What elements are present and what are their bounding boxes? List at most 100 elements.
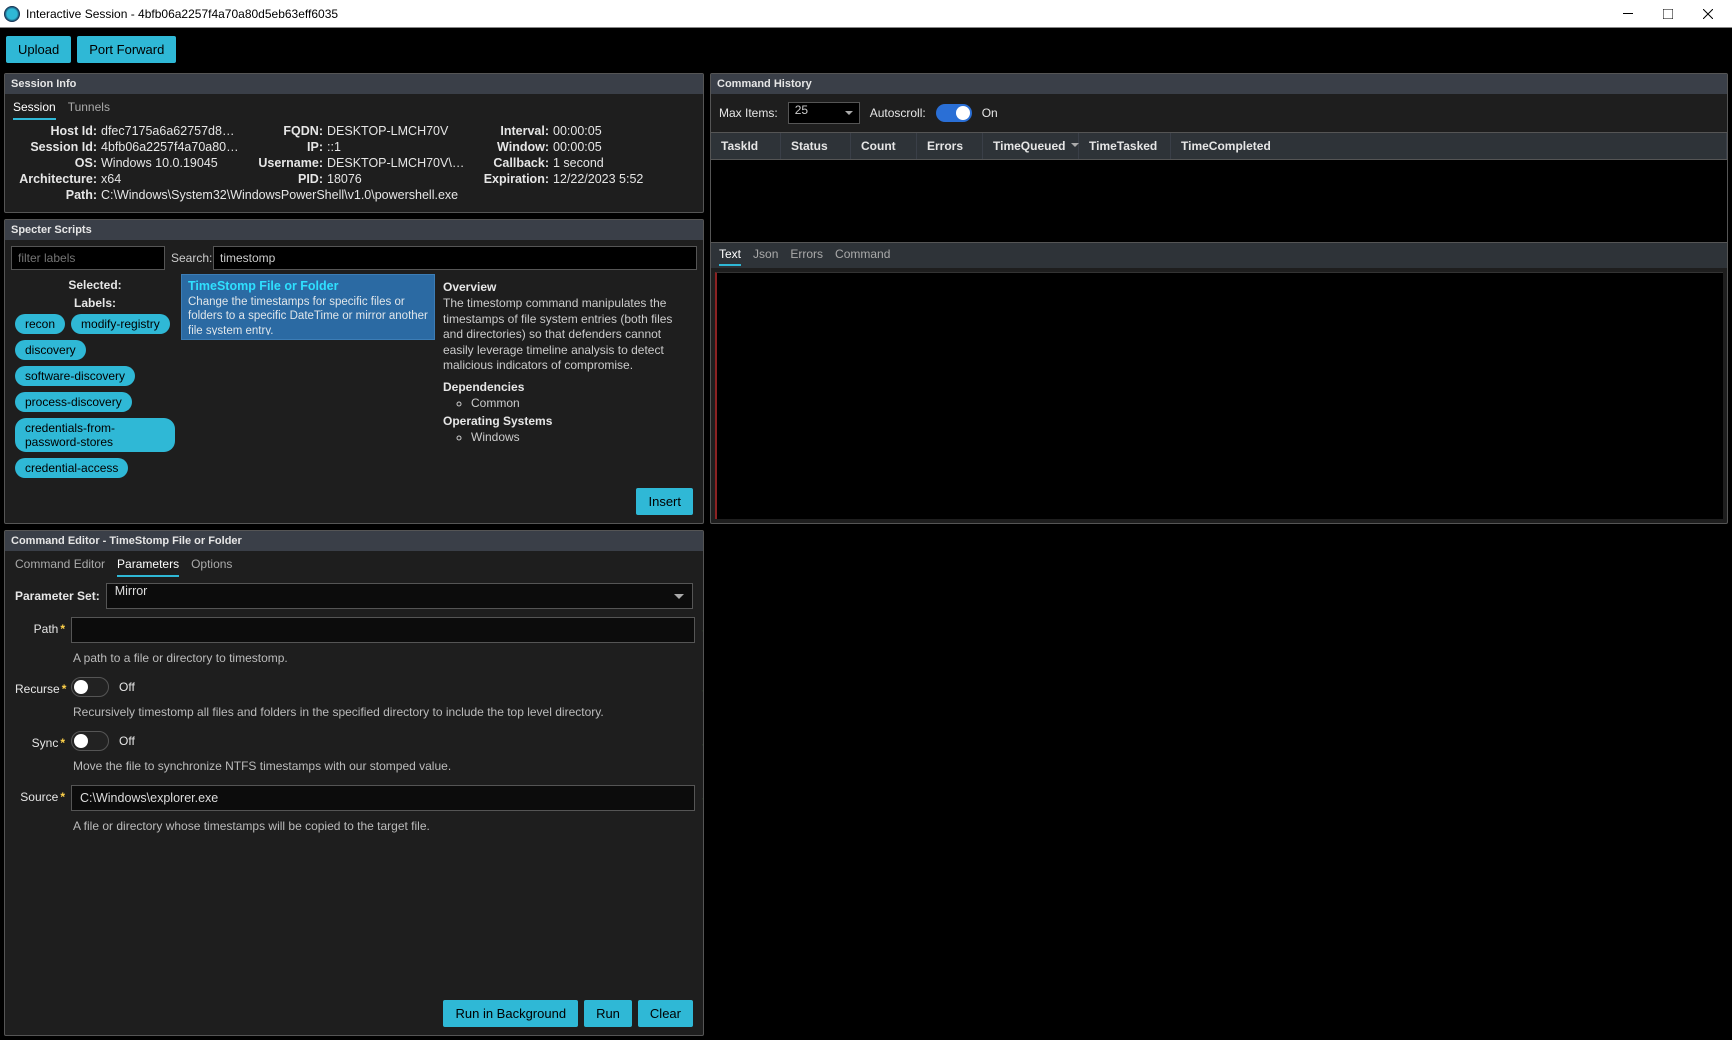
search-label: Search: — [171, 251, 207, 265]
pid-value: 18076 — [327, 172, 467, 186]
path-input[interactable] — [71, 617, 695, 643]
session-id-value: 4bfb06a2257f4a70a80d5eb63eff6035 — [101, 140, 241, 154]
ip-label: IP: — [245, 140, 323, 154]
autoscroll-label: Autoscroll: — [870, 106, 926, 120]
param-set-label: Parameter Set: — [15, 589, 100, 603]
app-icon — [4, 6, 20, 22]
col-timequeued[interactable]: TimeQueued — [983, 133, 1079, 159]
label-chip-credentials-from-password-stores[interactable]: credentials-from-password-stores — [15, 418, 175, 452]
close-button[interactable] — [1688, 0, 1728, 28]
output-tab-errors[interactable]: Errors — [790, 247, 823, 266]
insert-button[interactable]: Insert — [636, 488, 693, 515]
os-label: OS: — [15, 156, 97, 170]
command-history-header: Command History — [711, 74, 1727, 94]
label-chip-recon[interactable]: recon — [15, 314, 65, 334]
command-editor-header: Command Editor - TimeStomp File or Folde… — [5, 531, 703, 551]
col-taskid[interactable]: TaskId — [711, 133, 781, 159]
history-table-header: TaskId Status Count Errors TimeQueued Ti… — [711, 132, 1727, 160]
ip-value: ::1 — [327, 140, 467, 154]
window-value: 00:00:05 — [553, 140, 693, 154]
label-chip-modify-registry[interactable]: modify-registry — [71, 314, 170, 334]
session-info-header: Session Info — [5, 74, 703, 94]
tab-command-editor[interactable]: Command Editor — [15, 557, 105, 577]
label-chip-software-discovery[interactable]: software-discovery — [15, 366, 135, 386]
username-label: Username: — [245, 156, 323, 170]
sync-state: Off — [119, 734, 135, 748]
autoscroll-state: On — [982, 106, 998, 120]
session-info-panel: Session Info Session Tunnels Host Id: df… — [4, 73, 704, 213]
output-area — [715, 272, 1723, 519]
output-tab-json[interactable]: Json — [753, 247, 778, 266]
fqdn-label: FQDN: — [245, 124, 323, 138]
recurse-state: Off — [119, 680, 135, 694]
recurse-help: Recursively timestomp all files and fold… — [71, 703, 695, 727]
username-value: DESKTOP-LMCH70V\helpdesk — [327, 156, 467, 170]
max-items-select[interactable]: 25 — [788, 102, 860, 124]
run-background-button[interactable]: Run in Background — [443, 1000, 578, 1027]
port-forward-button[interactable]: Port Forward — [77, 36, 176, 63]
deps-heading: Dependencies — [443, 380, 695, 394]
interval-label: Interval: — [471, 124, 549, 138]
callback-value: 1 second — [553, 156, 693, 170]
sync-label: Sync* — [15, 731, 65, 750]
history-table-body — [711, 160, 1727, 242]
specter-scripts-panel: Specter Scripts Search: Selected: Labels… — [4, 219, 704, 524]
maximize-button[interactable] — [1648, 0, 1688, 28]
run-button[interactable]: Run — [584, 1000, 632, 1027]
specter-scripts-header: Specter Scripts — [5, 220, 703, 240]
label-chip-credential-access[interactable]: credential-access — [15, 458, 128, 478]
arch-label: Architecture: — [15, 172, 97, 186]
col-count[interactable]: Count — [851, 133, 917, 159]
sync-help: Move the file to synchronize NTFS timest… — [71, 757, 695, 781]
check-icon: ✓ — [701, 731, 703, 751]
callback-label: Callback: — [471, 156, 549, 170]
labels-label: Labels: — [15, 296, 175, 310]
col-status[interactable]: Status — [781, 133, 851, 159]
pid-label: PID: — [245, 172, 323, 186]
session-id-label: Session Id: — [15, 140, 97, 154]
titlebar: Interactive Session - 4bfb06a2257f4a70a8… — [0, 0, 1732, 28]
recurse-label: Recurse* — [15, 677, 65, 696]
param-set-select[interactable]: Mirror — [106, 583, 693, 609]
upload-button[interactable]: Upload — [6, 36, 71, 63]
os-item: Windows — [471, 430, 695, 444]
max-items-value: 25 — [795, 103, 808, 117]
path-help: A path to a file or directory to timesto… — [71, 649, 695, 673]
overview-heading: Overview — [443, 280, 695, 294]
minimize-button[interactable] — [1608, 0, 1648, 28]
source-input[interactable] — [71, 785, 695, 811]
recurse-toggle[interactable] — [71, 677, 109, 697]
path-label: Path* — [15, 617, 65, 636]
script-item-desc: Change the timestamps for specific files… — [188, 295, 428, 335]
autoscroll-toggle[interactable] — [936, 104, 972, 122]
clear-button[interactable]: Clear — [638, 1000, 693, 1027]
param-set-value: Mirror — [115, 584, 148, 598]
window-label: Window: — [471, 140, 549, 154]
filter-labels-input[interactable] — [11, 246, 165, 270]
fqdn-value: DESKTOP-LMCH70V — [327, 124, 467, 138]
selected-label: Selected: — [15, 278, 175, 292]
command-editor-panel: Command Editor - TimeStomp File or Folde… — [4, 530, 704, 1036]
label-chip-process-discovery[interactable]: process-discovery — [15, 392, 132, 412]
script-item-timestomp[interactable]: TimeStomp File or Folder Change the time… — [181, 274, 435, 340]
col-errors[interactable]: Errors — [917, 133, 983, 159]
check-icon: ✓ — [701, 677, 703, 697]
window-title: Interactive Session - 4bfb06a2257f4a70a8… — [26, 7, 338, 21]
host-id-value: dfec7175a6a62757d83b93794df767d5acfadb82 — [101, 124, 241, 138]
expiry-label: Expiration: — [471, 172, 549, 186]
tab-parameters[interactable]: Parameters — [117, 557, 179, 577]
command-history-panel: Command History Max Items: 25 Autoscroll… — [710, 73, 1728, 524]
expiry-value: 12/22/2023 5:52 — [553, 172, 693, 186]
output-tab-command[interactable]: Command — [835, 247, 890, 266]
sync-toggle[interactable] — [71, 731, 109, 751]
search-input[interactable] — [213, 246, 697, 270]
check-icon: ✓ — [701, 785, 703, 805]
path-value: C:\Windows\System32\WindowsPowerShell\v1… — [101, 188, 693, 202]
col-timecompleted[interactable]: TimeCompleted — [1171, 133, 1727, 159]
output-tab-text[interactable]: Text — [719, 247, 741, 266]
tab-options[interactable]: Options — [191, 557, 232, 577]
tab-tunnels[interactable]: Tunnels — [68, 100, 110, 120]
tab-session[interactable]: Session — [13, 100, 56, 120]
col-timetasked[interactable]: TimeTasked — [1079, 133, 1171, 159]
label-chip-discovery[interactable]: discovery — [15, 340, 86, 360]
